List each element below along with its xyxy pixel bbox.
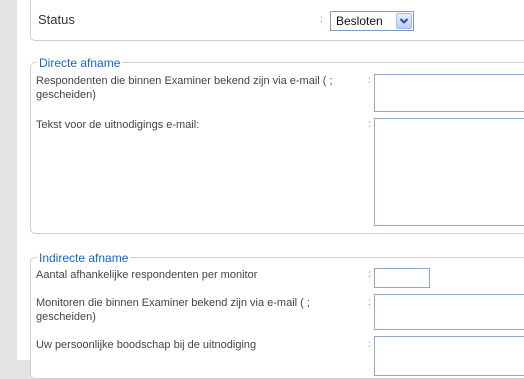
respondent-count-input[interactable] [374,268,430,288]
invite-text-area[interactable] [374,118,524,226]
status-label: Status [38,12,75,27]
respondents-label: Respondenten die binnen Examiner bekend … [36,75,333,101]
direct-legend: Directe afname [37,56,123,70]
monitors-colon: : [368,297,371,308]
status-select-value: Besloten [336,14,383,28]
indirect-legend: Indirecte afname [37,251,131,265]
personal-message-area[interactable] [374,336,524,376]
invite-text-label: Tekst voor de uitnodigings e-mail: [36,119,200,131]
monitors-email-field[interactable] [374,294,524,330]
status-colon: : [320,14,323,25]
status-select[interactable]: Besloten [330,11,414,31]
personal-message-colon: : [368,339,371,350]
status-section [30,0,524,41]
invite-text-colon: : [368,119,371,130]
respondents-colon: : [368,75,371,86]
respondents-email-field[interactable] [374,74,524,112]
respondent-count-colon: : [368,269,371,280]
monitors-label: Monitoren die binnen Examiner bekend zij… [36,297,310,323]
personal-message-label: Uw persoonlijke boodschap bij de uitnodi… [36,339,257,351]
chevron-down-icon [399,18,409,24]
respondent-count-label: Aantal afhankelijke respondenten per mon… [36,269,258,281]
status-select-button[interactable] [396,13,412,29]
